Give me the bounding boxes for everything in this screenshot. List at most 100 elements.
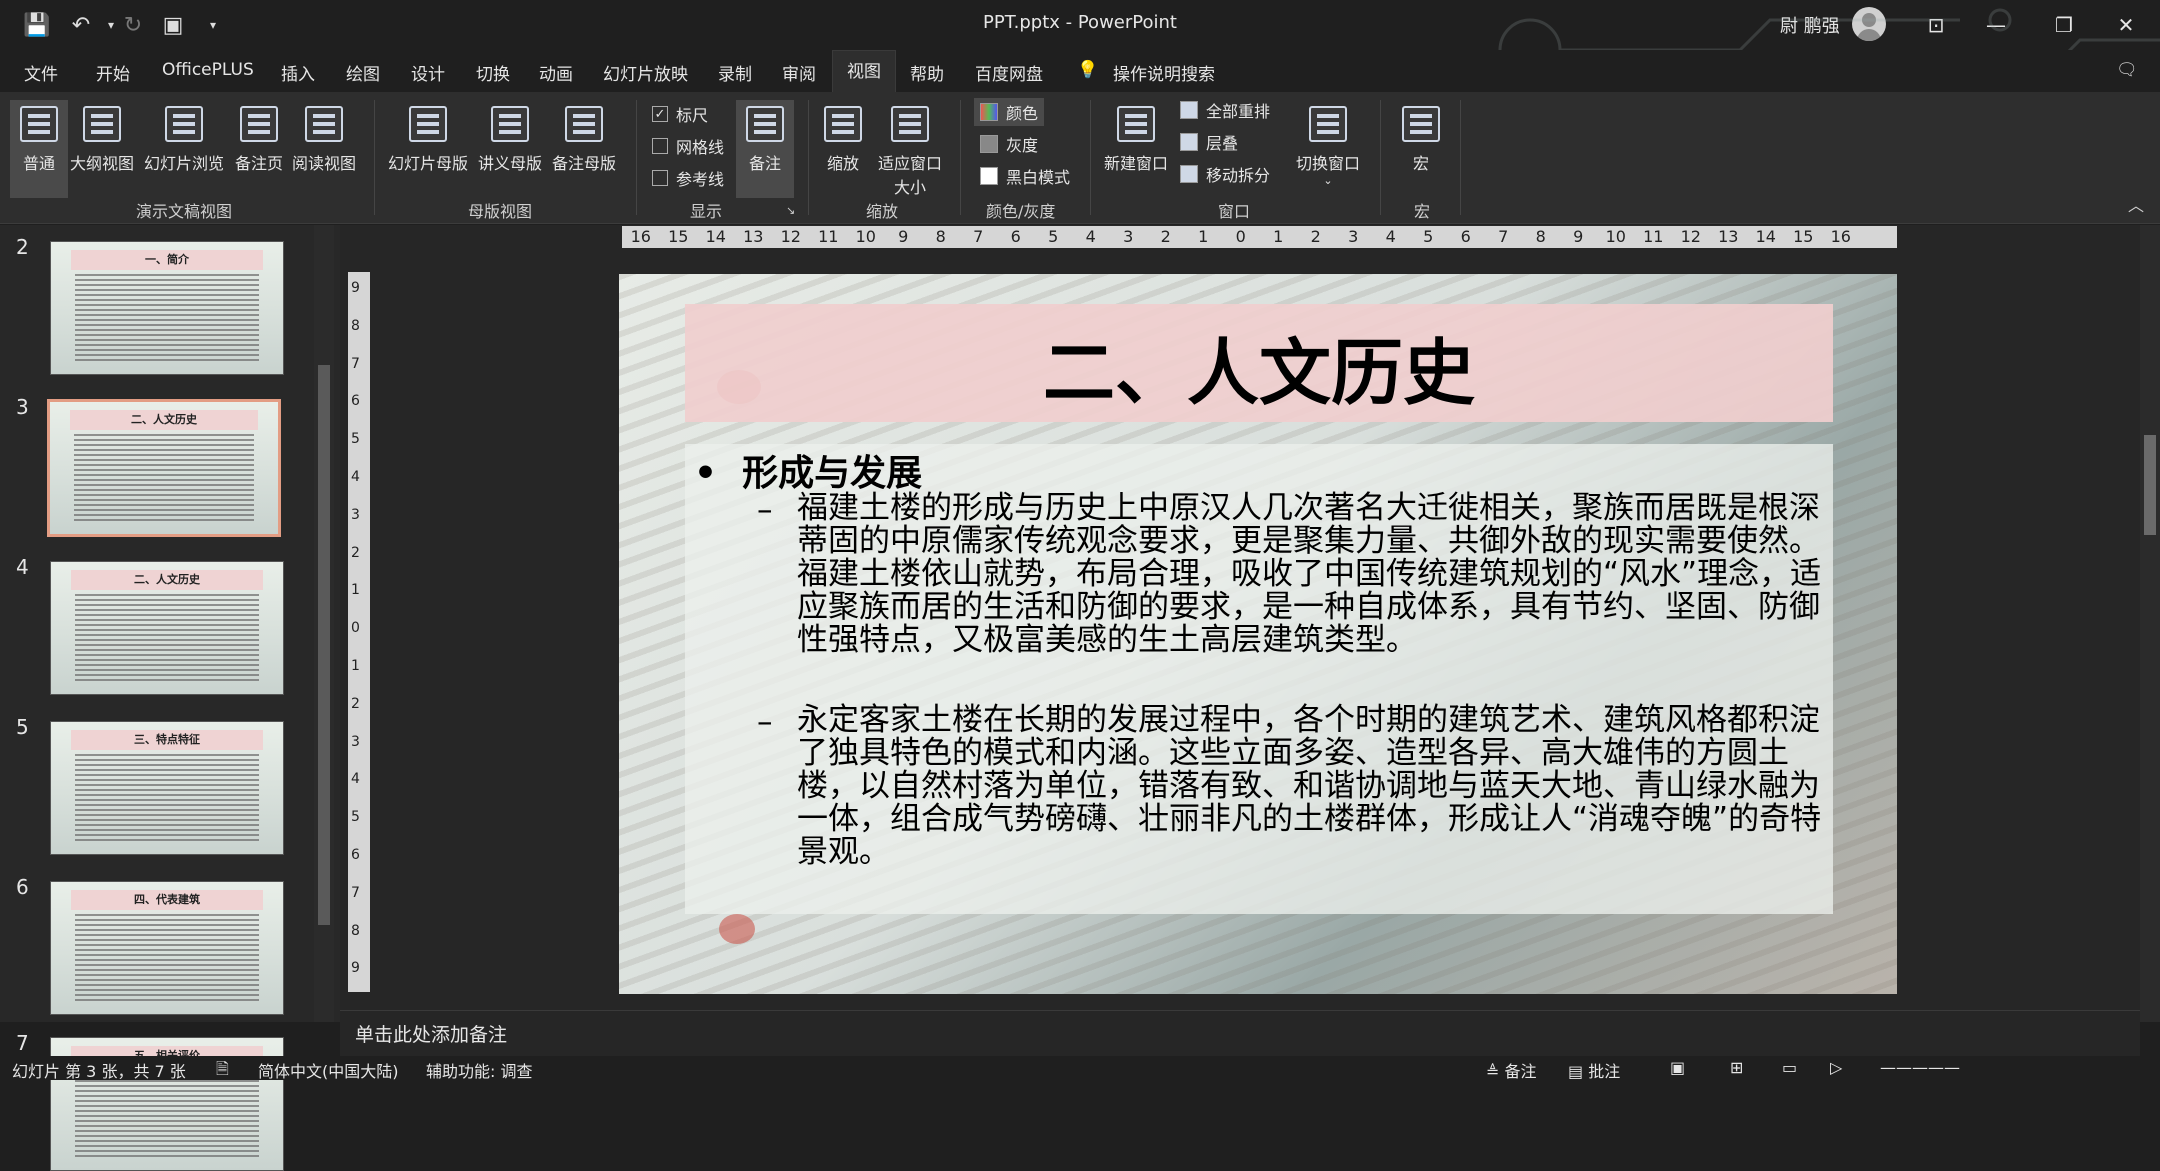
tab-review[interactable]: 审阅 (782, 60, 816, 85)
guides-checkbox[interactable]: 参考线 (652, 166, 724, 190)
slide-thumbnail[interactable]: 二、人文历史 (50, 561, 284, 695)
ruler-tick: 15 (1793, 227, 1814, 246)
notes-placeholder[interactable]: 单击此处添加备注 (355, 1020, 507, 1047)
ruler-tick: 0 (1235, 227, 1246, 246)
accessibility-status[interactable]: 辅助功能: 调查 (426, 1058, 532, 1082)
group-separator (374, 100, 375, 215)
handout-master-button[interactable]: 讲义母版 (478, 100, 542, 174)
slide-number: 2 (16, 235, 29, 259)
group-separator (960, 100, 961, 215)
spell-check-icon[interactable]: 🗎 (216, 1058, 229, 1085)
color-button[interactable]: 颜色 (974, 98, 1045, 126)
bullet-heading[interactable]: • 形成与发展 (694, 444, 922, 496)
horizontal-ruler: 16 15 14 13 12 11 10 9 8 7 6 5 4 3 2 1 0 1 2 3 4 5 6 7 8 9 10 11 12 1… (622, 226, 1897, 248)
tab-file[interactable]: 文件 (24, 60, 58, 85)
comments-toggle-button[interactable]: ▤ 批注 (1568, 1058, 1620, 1082)
tab-draw[interactable]: 绘图 (346, 60, 380, 85)
tab-help[interactable]: 帮助 (910, 60, 944, 85)
thumbnail-pane: 2 一、简介 3 二、人文历史 4 二、人文历史 5 三、特点特征 6 四、代表… (0, 225, 340, 1171)
tab-design[interactable]: 设计 (411, 60, 445, 85)
thumbnail-scrollbar[interactable] (314, 225, 334, 1022)
ruler-tick: 2 (1310, 227, 1321, 246)
dash-marker: – (757, 704, 773, 740)
notes-page-button[interactable]: 备注页 (235, 100, 283, 174)
lantern-image (719, 914, 755, 944)
tab-transitions[interactable]: 切换 (476, 60, 510, 85)
group-label-window: 窗口 (1218, 202, 1251, 221)
macros-button[interactable]: 宏 (1402, 100, 1440, 174)
ruler-tick: 4 (351, 469, 360, 485)
switch-window-button[interactable]: 切换窗口 ⌄ (1296, 100, 1360, 187)
slideshow-view-icon[interactable]: ▷ (1830, 1058, 1842, 1077)
fit-to-window-button[interactable]: 适应窗口大小 (876, 100, 944, 198)
ruler-tick: 1 (351, 658, 360, 674)
comments-icon[interactable]: 🗨 (2116, 60, 2138, 80)
notes-button[interactable]: 备注 (736, 100, 794, 198)
grayscale-button[interactable]: 灰度 (980, 132, 1038, 156)
slide-sorter-icon[interactable]: ⊞ (1730, 1058, 1743, 1077)
ruler-tick: 11 (1643, 227, 1664, 246)
tab-record[interactable]: 录制 (718, 60, 752, 85)
tab-officeplus[interactable]: OfficePLUS (162, 60, 254, 80)
slide-thumbnail[interactable]: 四、代表建筑 (50, 881, 284, 1015)
slide-thumbnail[interactable]: 三、特点特征 (50, 721, 284, 855)
slide-sorter-button[interactable]: 幻灯片浏览 (144, 100, 224, 174)
thumbnail-title: 三、特点特征 (71, 730, 263, 750)
slide-title[interactable]: 二、人文历史 (685, 314, 1833, 419)
ruler-tick: 4 (351, 771, 360, 788)
reading-view-button[interactable]: 阅读视图 (292, 100, 356, 174)
tab-animations[interactable]: 动画 (539, 60, 573, 85)
ruler-tick: 0 (351, 620, 360, 637)
group-label-color: 颜色/灰度 (986, 202, 1056, 221)
notes-toggle-button[interactable]: ≜ 备注 (1486, 1058, 1537, 1082)
slide-canvas[interactable]: 二、人文历史 • 形成与发展 – 福建土楼的形成与历史上中原汉人几次著名大迁徙相… (619, 274, 1897, 994)
dialog-launcher-icon[interactable]: ↘ (786, 204, 795, 217)
group-label-macros: 宏 (1414, 202, 1431, 221)
zoom-slider[interactable]: ————— (1880, 1058, 1960, 1077)
tab-view[interactable]: 视图 (832, 50, 896, 94)
search-tell-me[interactable]: 操作说明搜索 (1113, 60, 1215, 85)
ruler-tick: 7 (351, 355, 360, 372)
slide-thumbnail-selected[interactable]: 二、人文历史 (47, 399, 281, 537)
tab-insert[interactable]: 插入 (281, 60, 315, 85)
ruler-tick: 8 (935, 227, 946, 246)
outline-view-button[interactable]: 大纲视图 (70, 100, 134, 174)
ruler-tick: 16 (630, 227, 651, 246)
move-split-button[interactable]: 移动拆分 (1180, 162, 1270, 186)
cascade-icon (1180, 133, 1198, 151)
tab-baidu[interactable]: 百度网盘 (975, 60, 1043, 85)
ruler-checkbox[interactable]: ✓ 标尺 (652, 102, 708, 126)
ruler-tick: 4 (1385, 227, 1396, 246)
notes-master-button[interactable]: 备注母版 (552, 100, 616, 174)
ruler-tick: 3 (351, 506, 360, 523)
ruler-tick: 8 (351, 922, 360, 939)
arrange-all-button[interactable]: 全部重排 (1180, 98, 1270, 122)
notes-pane[interactable] (340, 1010, 2140, 1056)
gridlines-checkbox[interactable]: 网格线 (652, 134, 724, 158)
tab-slideshow[interactable]: 幻灯片放映 (603, 60, 688, 85)
black-white-button[interactable]: 黑白模式 (980, 164, 1070, 188)
paragraph-1[interactable]: 福建土楼的形成与历史上中原汉人几次著名大迁徙相关，聚族而居既是根深蒂固的中原儒家… (797, 492, 1837, 657)
zoom-button[interactable]: 缩放 (824, 100, 862, 174)
editor-scrollbar[interactable] (2140, 225, 2160, 1022)
slide-thumbnail[interactable]: 一、简介 (50, 241, 284, 375)
new-window-button[interactable]: 新建窗口 (1104, 100, 1168, 174)
collapse-ribbon-icon[interactable]: ︿ (2128, 192, 2144, 216)
ruler-tick: 3 (351, 733, 360, 750)
normal-view-button[interactable]: 普通 (10, 100, 68, 198)
tab-home[interactable]: 开始 (96, 60, 130, 85)
ruler-tick: 11 (818, 227, 839, 246)
cascade-button[interactable]: 层叠 (1180, 130, 1238, 154)
ruler-tick: 4 (1085, 227, 1096, 246)
reading-view-icon[interactable]: ▭ (1782, 1058, 1797, 1077)
language-status[interactable]: 简体中文(中国大陆) (258, 1058, 399, 1082)
slide-master-button[interactable]: 幻灯片母版 (388, 100, 468, 174)
ruler-tick: 1 (1198, 227, 1209, 246)
slide-number: 5 (16, 715, 29, 739)
ruler-tick: 2 (1160, 227, 1171, 246)
paragraph-2[interactable]: 永定客家土楼在长期的发展过程中，各个时期的建筑艺术、建筑风格都积淀了独具特色的模… (797, 704, 1837, 869)
ruler-tick: 16 (1830, 227, 1851, 246)
normal-view-icon[interactable]: ▣ (1670, 1058, 1685, 1077)
ruler-tick: 1 (351, 582, 360, 599)
slide-number: 4 (16, 555, 29, 579)
